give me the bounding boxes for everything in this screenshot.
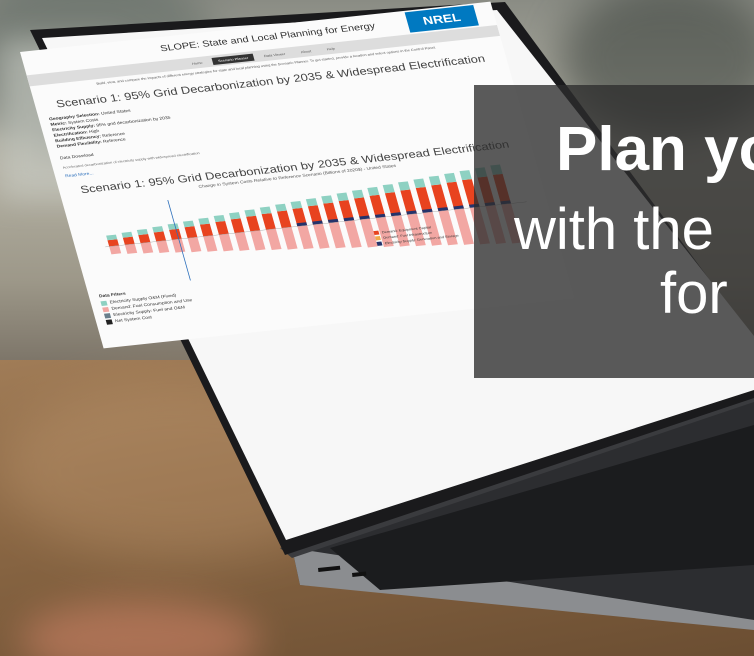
- filter-swatch: [103, 313, 112, 319]
- nav-tab-help[interactable]: Help: [320, 44, 342, 53]
- chart-bar-segment: [203, 235, 218, 252]
- chart-bar-segment: [277, 210, 292, 229]
- chart-bar-segment: [213, 214, 226, 222]
- chart-bar-segment: [229, 212, 241, 220]
- chart-bar-segment: [140, 242, 154, 254]
- chart-bar-segment: [138, 234, 151, 244]
- promo-subline-2: for: [660, 261, 728, 326]
- chart-bar-segment: [199, 223, 214, 237]
- promo-subline: with the: [514, 197, 714, 262]
- chart-bar-segment: [121, 231, 133, 238]
- chart-bar-segment: [261, 213, 276, 230]
- chart-bar-segment: [244, 209, 256, 217]
- chart-bar-segment: [321, 195, 334, 204]
- legend-swatch: [376, 241, 383, 246]
- promo-headline: Plan yo: [556, 115, 754, 184]
- chart-bar-segment: [459, 170, 472, 181]
- chart-bar-segment: [259, 206, 272, 215]
- chart-bar-segment: [446, 181, 464, 210]
- promo-overlay: Plan yo with the for: [474, 85, 754, 378]
- chart-bar-segment: [336, 192, 349, 202]
- chart-bar-segment: [230, 218, 245, 234]
- data-filters: Data Filters Electricity Supply O&M (Fix…: [98, 285, 196, 327]
- chart-bar-segment: [305, 198, 318, 207]
- chart-bar-segment: [444, 172, 457, 183]
- chart-bar-segment: [290, 200, 303, 209]
- nav-tab-home[interactable]: Home: [185, 58, 209, 67]
- chart-bar-segment: [182, 220, 195, 228]
- filter-swatch: [100, 300, 108, 307]
- chart-bar-segment: [297, 225, 314, 250]
- chart-bar-segment: [169, 228, 182, 240]
- chart-bar-segment: [107, 239, 119, 247]
- chart-bar-segment: [187, 237, 202, 253]
- filter-swatch: [102, 306, 110, 313]
- chart-bar-segment: [234, 232, 250, 251]
- chart-bar-segment: [275, 203, 287, 212]
- chart-bar-segment: [328, 221, 346, 249]
- chart-bar-segment: [454, 208, 474, 245]
- legend-swatch: [373, 230, 380, 235]
- filter-swatch: [105, 319, 113, 325]
- chart-bar-segment: [109, 245, 122, 255]
- chart-bar-segment: [167, 223, 179, 230]
- chart-bar-segment: [250, 230, 266, 251]
- chart-bar-segment: [413, 178, 426, 188]
- chart-bar-segment: [215, 220, 229, 235]
- chart-year-marker: [167, 200, 191, 281]
- chart-bar-segment: [382, 184, 395, 194]
- chart-bar-segment: [367, 186, 380, 196]
- chart-bar-segment: [398, 181, 411, 191]
- chart-bar-segment: [152, 226, 164, 233]
- chart-bar-segment: [136, 228, 149, 236]
- chart-bar-segment: [281, 227, 298, 250]
- chart-bar-segment: [153, 231, 167, 242]
- chart-bar-segment: [218, 233, 234, 252]
- chart-bar-segment: [313, 223, 330, 249]
- chart-bar-segment: [351, 189, 364, 199]
- legend-swatch: [374, 236, 381, 241]
- chart-bar-segment: [124, 243, 138, 254]
- chart-bar-segment: [156, 240, 170, 254]
- chart-bar-segment: [198, 217, 210, 225]
- photo-scene: SLOPE: State and Local Planning for Ener…: [0, 0, 754, 656]
- chart-bar-segment: [266, 228, 282, 251]
- nav-tab-about[interactable]: About: [294, 46, 318, 55]
- chart-bar-segment: [246, 215, 261, 232]
- chart-bar-segment: [171, 238, 186, 253]
- chart-bar-segment: [184, 226, 198, 239]
- chart-bar-segment: [428, 175, 441, 186]
- chart-bar-segment: [431, 184, 449, 212]
- chart-bar-segment: [344, 220, 362, 248]
- nav-tab-data-viewer[interactable]: Data Viewer: [257, 49, 292, 60]
- chart-bar-segment: [122, 236, 135, 245]
